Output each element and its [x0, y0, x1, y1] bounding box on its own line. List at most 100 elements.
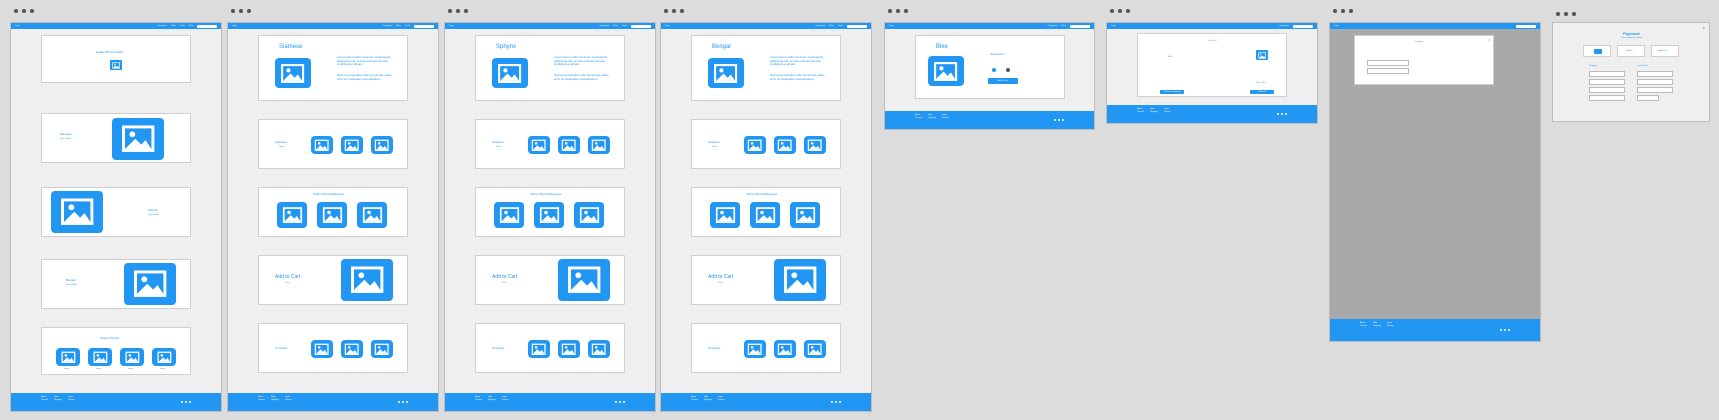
- search-input[interactable]: [847, 24, 867, 28]
- footer-link[interactable]: Shipping: [928, 117, 936, 119]
- shipping-field[interactable]: [1589, 95, 1625, 101]
- nav-item[interactable]: Shop: [171, 25, 176, 27]
- footer-link[interactable]: Shipping: [54, 399, 62, 401]
- footer-link[interactable]: Shipping: [1373, 325, 1381, 327]
- nav-item[interactable]: Deals: [622, 25, 627, 27]
- shipping-field[interactable]: [1589, 79, 1625, 85]
- continue-shopping-button[interactable]: Continue Shopping: [1160, 90, 1184, 94]
- nav-item[interactable]: Categories: [1048, 25, 1058, 27]
- footer-link[interactable]: Privacy: [502, 399, 509, 401]
- close-icon[interactable]: ×: [1488, 38, 1490, 42]
- footer-link[interactable]: About: [1137, 108, 1144, 110]
- social-icons[interactable]: [398, 396, 408, 408]
- add-to-cart-button[interactable]: Add To Cart: [988, 78, 1018, 84]
- category-card[interactable]: Siamese Type of Bike: [41, 113, 191, 163]
- social-icons[interactable]: [831, 396, 841, 408]
- footer-link[interactable]: Careers: [475, 399, 482, 401]
- footer-link[interactable]: About: [1360, 322, 1367, 324]
- payment-method-card[interactable]: Apple Pay: [1651, 45, 1679, 57]
- window-controls[interactable]: [1556, 12, 1576, 16]
- card-field[interactable]: [1637, 87, 1673, 93]
- logo[interactable]: Logo: [889, 25, 1044, 27]
- nav-item[interactable]: Categories: [600, 25, 610, 27]
- footer-link[interactable]: Legal: [285, 396, 292, 398]
- window-controls[interactable]: [231, 9, 251, 13]
- footer-link[interactable]: Privacy: [1164, 111, 1171, 113]
- footer-link[interactable]: Legal: [718, 396, 725, 398]
- footer-link[interactable]: Privacy: [718, 399, 725, 401]
- footer-link[interactable]: Legal: [942, 114, 949, 116]
- footer-link[interactable]: Shipping: [271, 399, 279, 401]
- footer-link[interactable]: Help: [54, 396, 62, 398]
- footer-link[interactable]: Legal: [502, 396, 509, 398]
- footer-link[interactable]: Help: [928, 114, 936, 116]
- shipping-field[interactable]: [1589, 71, 1625, 77]
- option-radio[interactable]: [1006, 68, 1010, 72]
- search-input[interactable]: [631, 24, 651, 28]
- window-controls[interactable]: [14, 9, 34, 13]
- category-card[interactable]: Bengal Type of Bike: [41, 259, 191, 309]
- window-controls[interactable]: [888, 9, 908, 13]
- social-icons[interactable]: [1054, 114, 1064, 126]
- search-input[interactable]: [414, 24, 434, 28]
- footer-link[interactable]: Careers: [258, 399, 265, 401]
- social-icons[interactable]: [1277, 108, 1287, 120]
- footer-link[interactable]: Privacy: [68, 399, 75, 401]
- window-controls[interactable]: [448, 9, 468, 13]
- nav-item[interactable]: Deals: [838, 25, 843, 27]
- card-field[interactable]: [1637, 71, 1673, 77]
- search-input[interactable]: [197, 24, 217, 28]
- payment-method-card[interactable]: [1583, 45, 1611, 57]
- footer-link[interactable]: Legal: [68, 396, 75, 398]
- footer-link[interactable]: Privacy: [1387, 325, 1394, 327]
- logo[interactable]: Logo: [449, 25, 596, 27]
- nav-item[interactable]: Categories: [157, 25, 167, 27]
- logo[interactable]: Logo: [1111, 25, 1275, 27]
- footer-link[interactable]: About: [258, 396, 265, 398]
- social-icons[interactable]: [615, 396, 625, 408]
- modal-field[interactable]: [1367, 60, 1409, 66]
- logo[interactable]: Logo: [232, 25, 379, 27]
- option-radio[interactable]: [992, 68, 996, 72]
- window-controls[interactable]: [664, 9, 684, 13]
- nav-item[interactable]: Shop: [396, 25, 401, 27]
- modal-field[interactable]: [1367, 68, 1409, 74]
- logo[interactable]: Logo: [1334, 25, 1512, 27]
- footer-link[interactable]: About: [691, 396, 698, 398]
- logo[interactable]: Logo: [665, 25, 812, 27]
- nav-item[interactable]: Shop: [829, 25, 834, 27]
- footer-link[interactable]: Careers: [1360, 325, 1367, 327]
- footer-link[interactable]: Privacy: [942, 117, 949, 119]
- nav-item[interactable]: Categories: [383, 25, 393, 27]
- nav-item[interactable]: Shop: [1061, 25, 1066, 27]
- nav-item[interactable]: Deals: [405, 25, 410, 27]
- nav-item[interactable]: Categories: [1279, 25, 1289, 27]
- social-icons[interactable]: [181, 396, 191, 408]
- footer-link[interactable]: About: [41, 396, 48, 398]
- footer-link[interactable]: About: [475, 396, 482, 398]
- nav-item[interactable]: Shop: [613, 25, 618, 27]
- footer-link[interactable]: Careers: [1137, 111, 1144, 113]
- payment-method-card[interactable]: PayPal: [1617, 45, 1645, 57]
- card-field[interactable]: [1637, 95, 1659, 101]
- footer-link[interactable]: Careers: [915, 117, 922, 119]
- footer-link[interactable]: Shipping: [1150, 111, 1158, 113]
- search-input[interactable]: [1070, 24, 1090, 28]
- close-icon[interactable]: ×: [1703, 25, 1705, 30]
- window-controls[interactable]: [1110, 9, 1130, 13]
- footer-link[interactable]: Careers: [691, 399, 698, 401]
- card-field[interactable]: [1637, 79, 1673, 85]
- footer-link[interactable]: Help: [488, 396, 496, 398]
- footer-link[interactable]: Careers: [41, 399, 48, 401]
- compare-title[interactable]: Compare: [275, 346, 287, 350]
- compare-title[interactable]: Compare: [708, 346, 720, 350]
- search-input[interactable]: [1516, 24, 1536, 28]
- category-card[interactable]: Sphynx Type of Bike: [41, 187, 191, 237]
- add-to-cart-label[interactable]: Add to Cart: [492, 274, 517, 280]
- footer-link[interactable]: Help: [271, 396, 279, 398]
- checkout-button[interactable]: Checkout: [1250, 90, 1274, 94]
- add-to-cart-label[interactable]: Add to Cart: [275, 274, 300, 280]
- footer-link[interactable]: Shipping: [488, 399, 496, 401]
- compare-title[interactable]: Compare: [492, 346, 504, 350]
- nav-item[interactable]: Help: [189, 25, 193, 27]
